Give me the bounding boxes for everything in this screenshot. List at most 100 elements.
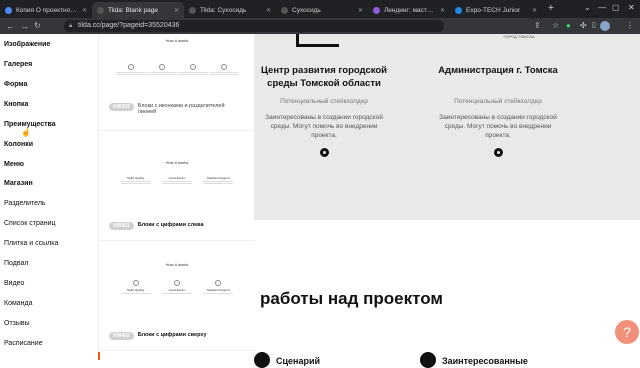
logo-subtitle: ГОРОД ТОМСКА [503,34,535,39]
thumb-item: Satisfied Support [206,288,230,292]
close-tab-icon[interactable]: ✕ [266,7,271,14]
link-icon[interactable] [319,148,329,157]
step-title: Заинтересованные [442,356,528,366]
close-tab-icon[interactable]: ✕ [440,7,445,14]
url-text: tilda.cc/page/?pageid=35520436 [78,22,180,29]
page-preview: ГОРОД ТОМСКА Центр развития городской ср… [254,34,640,368]
block-code-badge: HW303 [109,103,134,111]
profile-avatar[interactable] [600,21,610,31]
category-item[interactable]: Список страниц [4,220,56,227]
browser-tab[interactable]: Лендинг: мастер-класс ✕ [368,2,450,18]
block-caption[interactable]: HW303 Блоки с иконками и разделителей ли… [109,103,225,115]
thumb-number [132,280,139,286]
tab-label: Копия О проектной карте [16,6,78,14]
tab-favicon-icon [373,6,380,14]
new-tab-button[interactable]: + [548,4,554,14]
card-title: Администрация г. Томска [438,65,558,76]
lock-icon: 🔒︎ [69,23,73,29]
card-title: Центр развития городской среды Томской о… [260,65,388,89]
category-item[interactable]: Подвал [4,260,28,267]
block-thumbnail[interactable]: How it works Night Quality Good Expert S… [109,252,245,322]
card-description: Заинтересованы в создании городской сред… [439,114,557,139]
extensions-puzzle-icon[interactable]: ✣ [580,20,587,32]
minimize-icon[interactable]: — [598,3,606,12]
step-title: Сценарий [276,356,321,366]
close-window-icon[interactable]: ✕ [628,3,635,12]
browser-tab[interactable]: Сухосидь ✕ [276,2,368,18]
tab-label: Лендинг: мастер-класс [384,6,436,14]
block-templates-list: How it works HW303 Блоки с иконками и ра… [98,34,255,360]
category-item[interactable]: Колонки [4,141,33,148]
thumb-icon [158,64,165,70]
category-item[interactable]: Плитка и ссылка [4,240,58,247]
forward-icon[interactable]: → [20,20,29,32]
thumb-icon [127,64,134,70]
help-button[interactable]: ? [615,320,639,344]
tab-favicon-icon [97,6,104,14]
mouse-cursor-icon: ☝ [21,128,31,137]
category-item[interactable]: Отзывы [4,320,30,327]
close-tab-icon[interactable]: ✕ [174,7,179,14]
sidebar-icon[interactable]: ▯ [592,20,596,32]
close-tab-icon[interactable]: ✕ [358,7,363,14]
category-item[interactable]: Кнопка [4,101,28,108]
category-item[interactable]: Галерея [4,61,32,68]
tab-label: Expo-TECH Junior [466,6,521,14]
close-tab-icon[interactable]: ✕ [82,7,87,14]
category-item[interactable]: Изображение [4,41,50,48]
step-icon [420,352,436,368]
category-item[interactable]: Расписание [4,340,43,347]
block-name-extra: линией [137,109,157,115]
category-item[interactable]: Видео [4,280,24,287]
block-thumbnail[interactable]: How it works Night Quality Good Expert S… [109,144,245,214]
divider [99,350,255,351]
category-item[interactable]: Разделитель [4,200,46,207]
block-caption[interactable]: HW401 Блоки с цифрами слева [109,222,204,230]
thumb-title: How it works [165,160,189,165]
card-description: Заинтересованы в создании городской сред… [265,114,383,139]
block-thumbnail[interactable]: How it works [109,34,245,94]
browser-tab[interactable]: Tilda: Сухосидь ✕ [184,2,276,18]
tab-label: Tilda: Сухосидь [200,6,247,14]
browser-tab[interactable]: Копия О проектной карте ✕ [0,2,92,18]
illustration-image [296,34,339,47]
category-item[interactable]: Магазин [4,180,33,187]
browser-tab-active[interactable]: Tilda: Blank page ✕ [92,2,184,18]
tab-label: Сухосидь [292,6,321,14]
thumb-number [173,280,180,286]
bookmark-star-icon[interactable]: ☆ [552,20,559,32]
thumb-number [215,280,222,286]
url-input[interactable]: 🔒︎ tilda.cc/page/?pageid=35520436 [64,20,444,32]
reload-icon[interactable]: ↻ [34,20,41,32]
thumb-item: Night Quality [127,288,145,292]
address-bar: ← → ↻ 🔒︎ tilda.cc/page/?pageid=35520436 … [0,18,640,34]
block-code-badge: HW401 [109,222,134,230]
thumb-item: Good Expert [168,176,186,180]
category-item[interactable]: Меню [4,161,24,168]
browser-tab-bar: Копия О проектной карте ✕ Tilda: Blank p… [0,0,640,18]
share-icon[interactable]: ⇪ [534,20,541,32]
category-item[interactable]: Преимущества [4,121,56,128]
thumb-title: How it works [165,262,189,267]
category-item[interactable]: Форма [4,81,27,88]
tab-favicon-icon [5,6,12,14]
maximize-icon[interactable]: ▢ [612,3,620,12]
tab-favicon-icon [281,6,288,14]
card-role: Потенциальный стейкхолдер [280,98,368,105]
stakeholders-section: ГОРОД ТОМСКА Центр развития городской ср… [254,34,640,220]
thumb-item: Good Expert [168,288,186,292]
tab-favicon-icon [455,6,462,14]
back-icon[interactable]: ← [6,20,15,32]
block-code-badge: HW402 [109,332,134,340]
section-heading: работы над проектом [260,289,443,308]
chevron-down-icon[interactable]: ⌄ [584,3,591,12]
menu-dots-icon[interactable]: ⋮ [626,20,634,32]
extension-icon[interactable]: ● [566,20,571,32]
browser-tab[interactable]: Expo-TECH Junior ✕ [450,2,542,18]
link-icon[interactable] [493,148,503,157]
close-tab-icon[interactable]: ✕ [532,7,537,14]
block-caption[interactable]: HW402 Блоки с цифрами сверху [109,332,207,340]
category-item[interactable]: Команда [4,300,33,307]
thumb-columns [115,64,239,76]
tab-label: Tilda: Blank page [108,6,158,14]
